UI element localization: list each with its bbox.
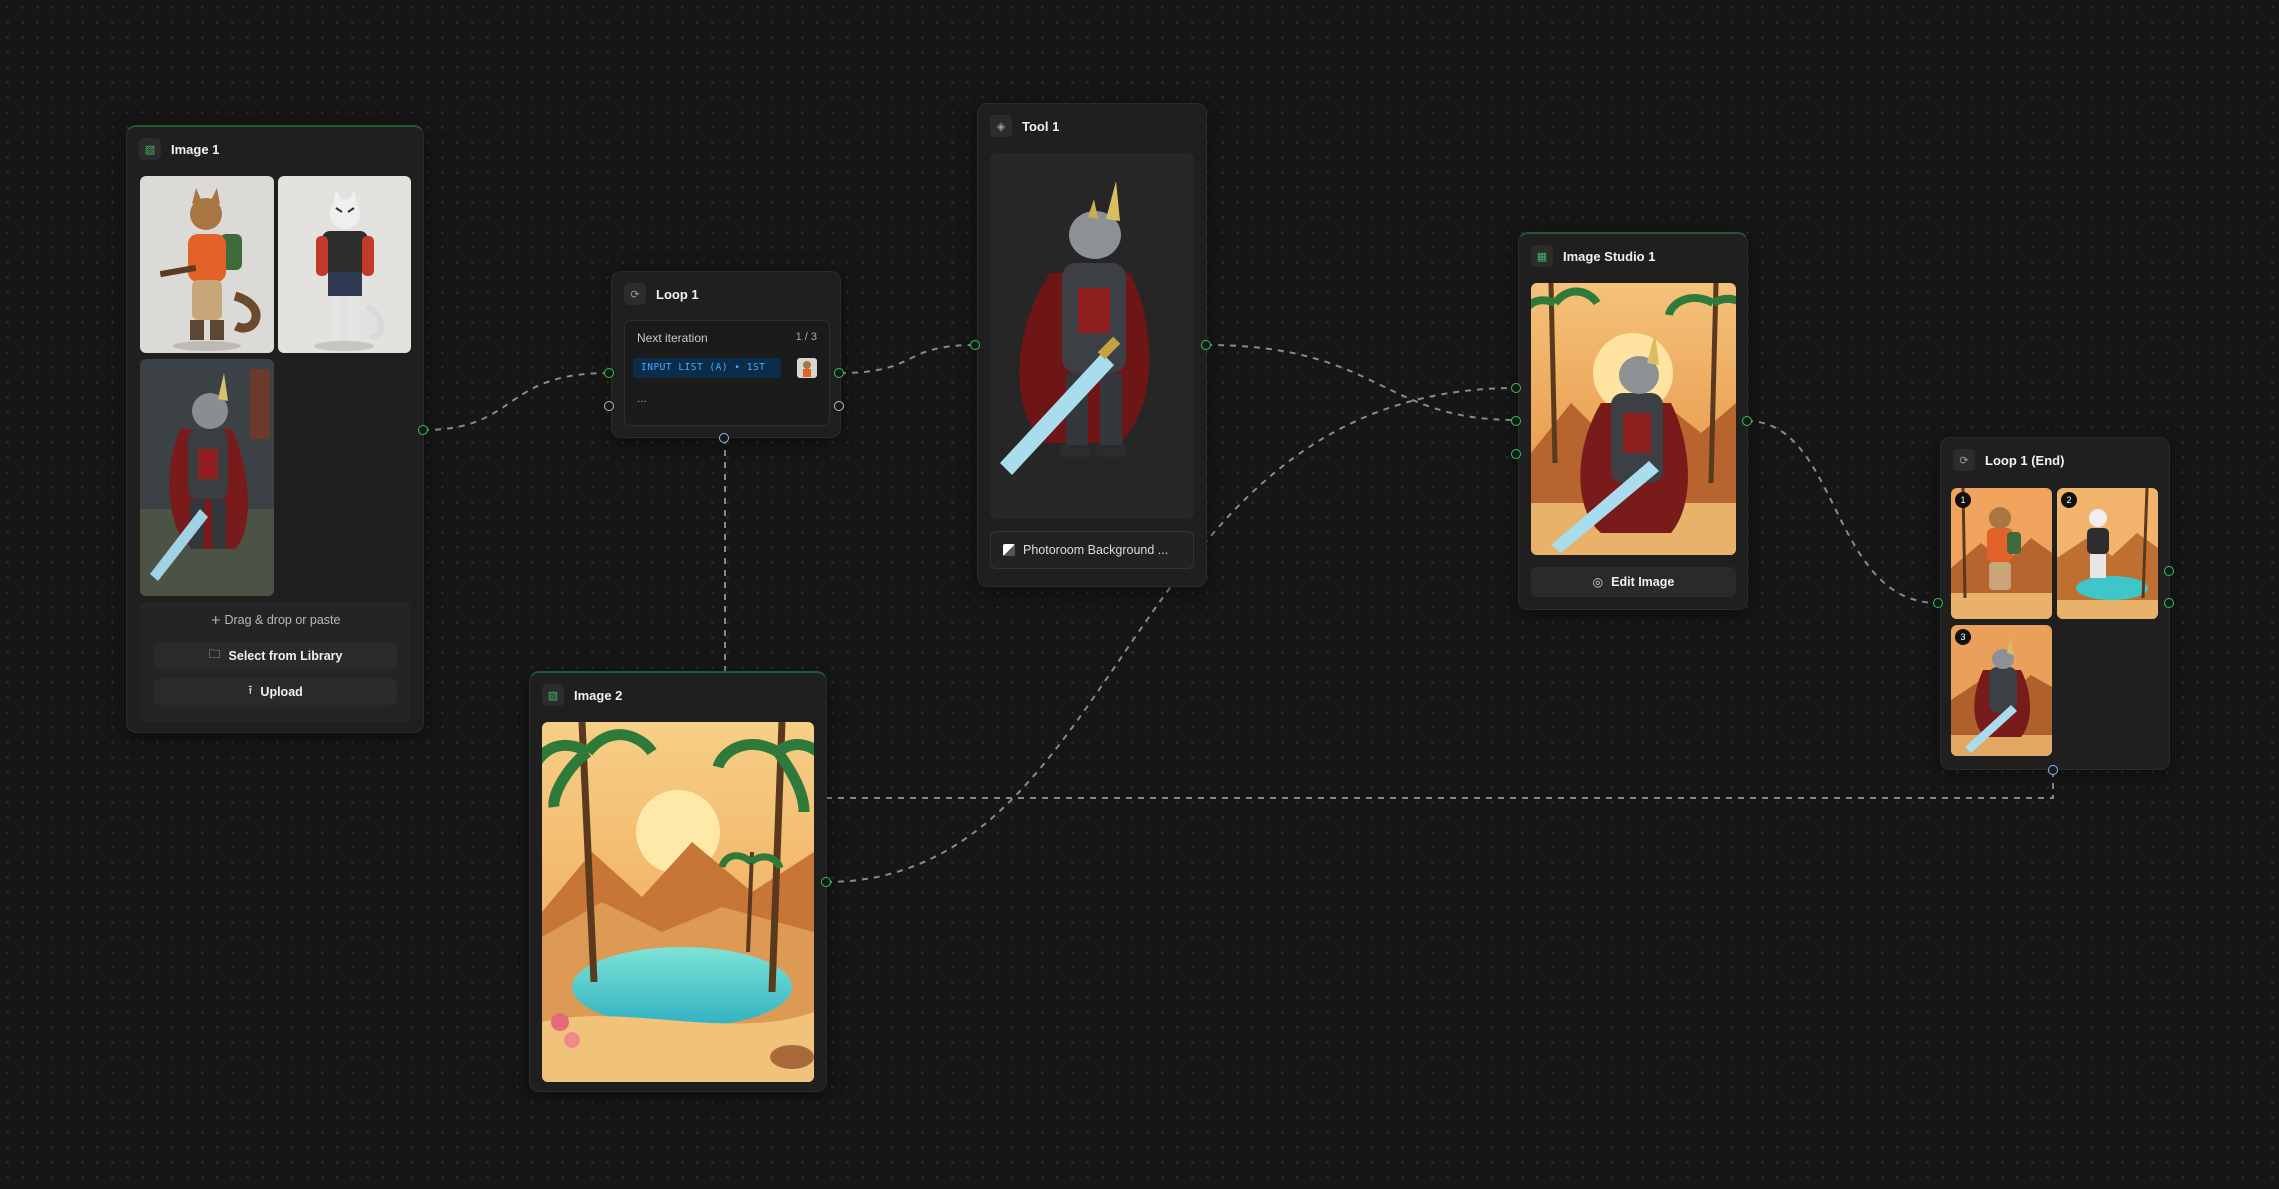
- tool-selector[interactable]: Photoroom Background ...: [990, 531, 1194, 569]
- loop-icon: ⟳: [1953, 449, 1975, 471]
- loop1-secondary-output-port[interactable]: [834, 401, 844, 411]
- tool-name: Photoroom Background ...: [1023, 543, 1169, 557]
- image-studio1-input-port-3[interactable]: [1511, 449, 1521, 459]
- image-studio1-input-port-1[interactable]: [1511, 383, 1521, 393]
- wire-tool1-to-studio: [1205, 344, 1517, 421]
- image2-output-port[interactable]: [821, 877, 831, 887]
- loop1-title: Loop 1: [656, 286, 699, 302]
- photoroom-icon: [1003, 544, 1015, 556]
- loop1-end-title: Loop 1 (End): [1985, 452, 2065, 468]
- upload-drop-zone[interactable]: + Drag & drop or paste 🗀 Select from Lib…: [140, 602, 411, 722]
- loop1-end-output-port-2[interactable]: [2164, 598, 2174, 608]
- image-studio-icon: ▦: [1531, 245, 1553, 267]
- loop1-body: Next iteration 1 / 3 INPUT LIST (A) • 1S…: [624, 320, 830, 426]
- loop-ellipsis: ...: [637, 391, 648, 405]
- tool1-title: Tool 1: [1022, 118, 1060, 134]
- wire-image1-to-loop1: [422, 372, 610, 431]
- tiger-character-image[interactable]: [278, 176, 411, 353]
- image2-title: Image 2: [574, 687, 623, 703]
- image2-header[interactable]: ▧ Image 2: [542, 683, 622, 707]
- wire-image2-to-loopend: [826, 770, 2054, 799]
- loop1-node[interactable]: ⟳ Loop 1 Next iteration 1 / 3 INPUT LIST…: [611, 271, 841, 438]
- image1-header[interactable]: ▧ Image 1: [139, 137, 219, 161]
- image1-title: Image 1: [171, 141, 220, 157]
- loop1-output-port[interactable]: [834, 368, 844, 378]
- image-studio1-input-port-2[interactable]: [1511, 416, 1521, 426]
- image-icon: ▧: [139, 138, 161, 160]
- plus-icon: +: [210, 612, 221, 627]
- result-index-badge: 1: [1955, 492, 1971, 508]
- loop1-header[interactable]: ⟳ Loop 1: [624, 282, 699, 306]
- edit-target-icon: ◎: [1592, 575, 1604, 589]
- upload-label: Upload: [260, 684, 303, 699]
- loop-icon: ⟳: [624, 283, 646, 305]
- image-studio1-output-image[interactable]: [1531, 283, 1736, 555]
- tool-icon: ◈: [990, 115, 1012, 137]
- loop-result-2[interactable]: 2: [2057, 488, 2158, 619]
- result-index-badge: 3: [1955, 629, 1971, 645]
- loop1-end-output-port-1[interactable]: [2164, 566, 2174, 576]
- drop-hint-text: Drag & drop or paste: [224, 613, 341, 627]
- image1-output-port[interactable]: [418, 425, 428, 435]
- image1-node[interactable]: ▧ Image 1 + Drag & drop or paste 🗀 Selec…: [126, 125, 424, 733]
- input-list-tag[interactable]: INPUT LIST (A) • 1ST: [633, 358, 781, 378]
- loop-result-3[interactable]: 3: [1951, 625, 2052, 756]
- edit-image-button[interactable]: ◎ Edit Image: [1531, 567, 1736, 597]
- upload-icon: ⭱: [248, 683, 253, 697]
- loop1-input-port[interactable]: [604, 368, 614, 378]
- image-studio1-output-port[interactable]: [1742, 416, 1752, 426]
- tool1-input-port[interactable]: [970, 340, 980, 350]
- select-from-library-label: Select from Library: [228, 648, 343, 663]
- drop-hint: + Drag & drop or paste: [140, 612, 411, 627]
- tool1-output-port[interactable]: [1201, 340, 1211, 350]
- rhino-knight-image[interactable]: [140, 359, 274, 596]
- folder-icon: 🗀: [208, 647, 221, 661]
- desert-oasis-image[interactable]: [542, 722, 814, 1082]
- tool1-header[interactable]: ◈ Tool 1: [990, 114, 1059, 138]
- iteration-count: 1 / 3: [795, 331, 817, 343]
- loop-result-1[interactable]: 1: [1951, 488, 2052, 619]
- edit-image-label: Edit Image: [1611, 575, 1675, 589]
- upload-button[interactable]: ⭱ Upload: [154, 678, 397, 705]
- loop1-loop-port[interactable]: [719, 433, 729, 443]
- current-item-thumbnail: [797, 358, 817, 378]
- loop1-secondary-input-port[interactable]: [604, 401, 614, 411]
- select-from-library-button[interactable]: 🗀 Select from Library: [154, 642, 397, 669]
- image-icon: ▧: [542, 684, 564, 706]
- tool1-output-image[interactable]: [990, 153, 1194, 519]
- loop1-end-input-port[interactable]: [1933, 598, 1943, 608]
- image-studio1-header[interactable]: ▦ Image Studio 1: [1531, 244, 1655, 268]
- loop1-end-header[interactable]: ⟳ Loop 1 (End): [1953, 448, 2064, 472]
- loop1-end-loop-port[interactable]: [2048, 765, 2058, 775]
- image-studio1-node[interactable]: ▦ Image Studio 1 ◎ Edit Image: [1518, 232, 1748, 610]
- image2-node[interactable]: ▧ Image 2: [529, 671, 827, 1092]
- wire-loop1-to-tool1: [839, 344, 976, 374]
- next-iteration-label: Next iteration: [637, 331, 708, 345]
- wire-studio-to-loopend: [1746, 420, 1939, 604]
- loop1-end-node[interactable]: ⟳ Loop 1 (End) 1 2 3: [1940, 437, 2170, 770]
- result-index-badge: 2: [2061, 492, 2077, 508]
- image-studio1-title: Image Studio 1: [1563, 248, 1656, 264]
- tool1-node[interactable]: ◈ Tool 1 Photoroom Background ...: [977, 103, 1207, 587]
- cat-adventurer-image[interactable]: [140, 176, 274, 353]
